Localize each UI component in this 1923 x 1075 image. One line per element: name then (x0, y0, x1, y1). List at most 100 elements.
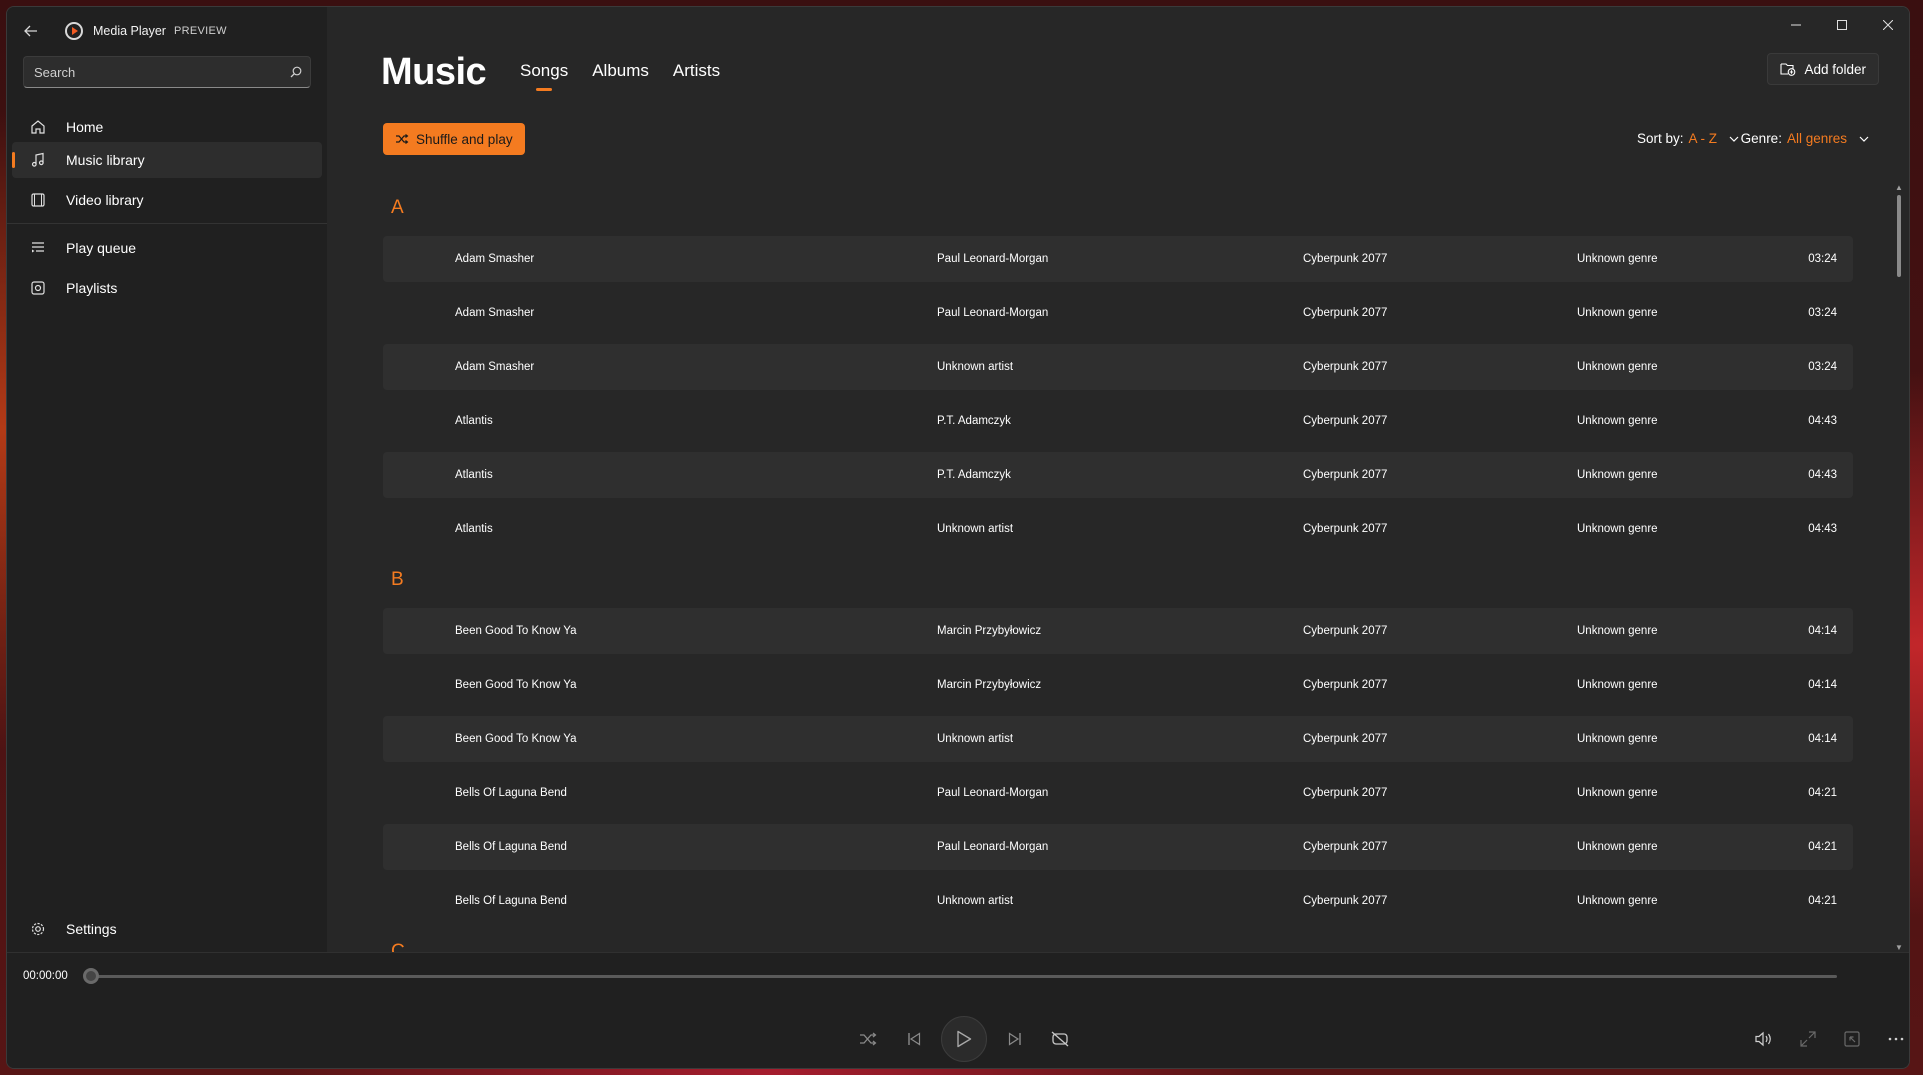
sidebar-item-play-queue[interactable]: Play queue (12, 230, 322, 266)
song-row[interactable]: Adam Smasher Paul Leonard-Morgan Cyberpu… (383, 236, 1853, 282)
song-row[interactable]: Adam Smasher Unknown artist Cyberpunk 20… (383, 344, 1853, 390)
sidebar-item-playlists[interactable]: Playlists (12, 270, 322, 306)
shuffle-toggle-button[interactable] (858, 1029, 878, 1049)
song-title: Atlantis (455, 415, 493, 427)
song-row[interactable]: Bells Of Laguna Bend Paul Leonard-Morgan… (383, 824, 1853, 870)
song-album[interactable]: Cyberpunk 2077 (1303, 895, 1387, 907)
maximize-button[interactable] (1819, 7, 1865, 43)
song-row[interactable]: Been Good To Know Ya Marcin Przybyłowicz… (383, 608, 1853, 654)
song-duration: 04:43 (1808, 415, 1837, 427)
song-album[interactable]: Cyberpunk 2077 (1303, 469, 1387, 481)
song-row[interactable]: Atlantis P.T. Adamczyk Cyberpunk 2077 Un… (383, 398, 1853, 444)
volume-button[interactable] (1754, 1029, 1774, 1049)
sidebar-item-home[interactable]: Home (12, 109, 322, 145)
song-album[interactable]: Cyberpunk 2077 (1303, 841, 1387, 853)
song-artist[interactable]: Paul Leonard-Morgan (937, 307, 1048, 319)
song-album[interactable]: Cyberpunk 2077 (1303, 625, 1387, 637)
song-album[interactable]: Cyberpunk 2077 (1303, 787, 1387, 799)
song-genre: Unknown genre (1577, 253, 1658, 265)
more-options-button[interactable] (1886, 1029, 1906, 1049)
group-header-b[interactable]: B (391, 569, 404, 591)
title-bar: Media Player PREVIEW (7, 7, 327, 55)
mini-player-button[interactable] (1842, 1029, 1862, 1049)
tab-albums[interactable]: Albums (592, 61, 649, 91)
next-button[interactable] (1005, 1029, 1025, 1049)
song-album[interactable]: Cyberpunk 2077 (1303, 307, 1387, 319)
song-artist[interactable]: Unknown artist (937, 895, 1013, 907)
tab-songs[interactable]: Songs (520, 61, 568, 91)
song-artist[interactable]: Paul Leonard-Morgan (937, 253, 1048, 265)
sidebar-item-label: Settings (66, 921, 117, 937)
list-scrollbar[interactable]: ▲ ▼ (1895, 183, 1903, 952)
song-album[interactable]: Cyberpunk 2077 (1303, 415, 1387, 427)
sidebar-divider (7, 223, 327, 224)
song-artist[interactable]: Paul Leonard-Morgan (937, 787, 1048, 799)
sidebar-item-video-library[interactable]: Video library (12, 182, 322, 218)
search-icon[interactable] (282, 66, 310, 78)
seek-bar[interactable] (91, 975, 1837, 978)
song-duration: 04:14 (1808, 679, 1837, 691)
song-row[interactable]: Atlantis Unknown artist Cyberpunk 2077 U… (383, 506, 1853, 552)
play-queue-icon (28, 238, 48, 258)
song-row[interactable]: Been Good To Know Ya Unknown artist Cybe… (383, 716, 1853, 762)
repeat-button[interactable] (1050, 1029, 1070, 1049)
tab-bar: Songs Albums Artists (520, 61, 720, 91)
next-icon (1008, 1032, 1021, 1046)
song-album[interactable]: Cyberpunk 2077 (1303, 523, 1387, 535)
tab-artists[interactable]: Artists (673, 61, 720, 91)
song-genre: Unknown genre (1577, 625, 1658, 637)
group-header-a[interactable]: A (391, 197, 404, 219)
previous-button[interactable] (904, 1029, 924, 1049)
song-row[interactable]: Adam Smasher Paul Leonard-Morgan Cyberpu… (383, 290, 1853, 336)
song-duration: 04:21 (1808, 787, 1837, 799)
back-button[interactable] (19, 19, 43, 43)
song-genre: Unknown genre (1577, 787, 1658, 799)
seek-thumb[interactable] (83, 968, 99, 984)
minimize-button[interactable] (1773, 7, 1819, 43)
fullscreen-button[interactable] (1798, 1029, 1818, 1049)
sort-value: A - Z (1688, 131, 1717, 146)
song-artist[interactable]: Paul Leonard-Morgan (937, 841, 1048, 853)
song-album[interactable]: Cyberpunk 2077 (1303, 679, 1387, 691)
genre-dropdown[interactable]: Genre: All genres (1741, 131, 1869, 146)
shuffle-and-play-button[interactable]: Shuffle and play (383, 123, 525, 155)
song-artist[interactable]: P.T. Adamczyk (937, 469, 1011, 481)
group-header-c[interactable]: C (391, 941, 405, 952)
sort-label: Sort by: (1636, 131, 1684, 146)
song-row[interactable]: Bells Of Laguna Bend Paul Leonard-Morgan… (383, 770, 1853, 816)
play-button[interactable] (941, 1016, 987, 1062)
genre-label: Genre: (1740, 131, 1782, 146)
scroll-up-icon[interactable]: ▲ (1895, 183, 1903, 192)
sidebar-item-settings[interactable]: Settings (12, 911, 322, 947)
song-duration: 04:14 (1808, 625, 1837, 637)
main-content: Music Songs Albums Artists Add folder Sh… (327, 7, 1909, 952)
song-row[interactable]: Been Good To Know Ya Marcin Przybyłowicz… (383, 662, 1853, 708)
song-artist[interactable]: Marcin Przybyłowicz (937, 625, 1041, 637)
song-album[interactable]: Cyberpunk 2077 (1303, 361, 1387, 373)
add-folder-button[interactable]: Add folder (1767, 53, 1879, 85)
play-icon (957, 1030, 972, 1048)
sort-dropdown[interactable]: Sort by: A - Z (1637, 131, 1739, 146)
song-artist[interactable]: P.T. Adamczyk (937, 415, 1011, 427)
search-box (23, 56, 311, 88)
song-artist[interactable]: Unknown artist (937, 361, 1013, 373)
song-title: Adam Smasher (455, 253, 535, 265)
song-duration: 04:43 (1808, 523, 1837, 535)
maximize-icon (1837, 20, 1847, 30)
scroll-down-icon[interactable]: ▼ (1895, 943, 1903, 952)
song-album[interactable]: Cyberpunk 2077 (1303, 253, 1387, 265)
song-artist[interactable]: Unknown artist (937, 523, 1013, 535)
song-artist[interactable]: Unknown artist (937, 733, 1013, 745)
song-artist[interactable]: Marcin Przybyłowicz (937, 679, 1041, 691)
song-album[interactable]: Cyberpunk 2077 (1303, 733, 1387, 745)
add-folder-icon (1780, 63, 1796, 76)
search-input[interactable] (24, 64, 282, 80)
scroll-thumb[interactable] (1897, 195, 1901, 277)
volume-icon (1755, 1031, 1771, 1047)
song-row[interactable]: Atlantis P.T. Adamczyk Cyberpunk 2077 Un… (383, 452, 1853, 498)
more-options-icon (1888, 1037, 1904, 1041)
back-arrow-icon (24, 25, 37, 37)
song-row[interactable]: Bells Of Laguna Bend Unknown artist Cybe… (383, 878, 1853, 924)
sidebar-item-music-library[interactable]: Music library (12, 142, 322, 178)
close-button[interactable] (1865, 7, 1909, 43)
